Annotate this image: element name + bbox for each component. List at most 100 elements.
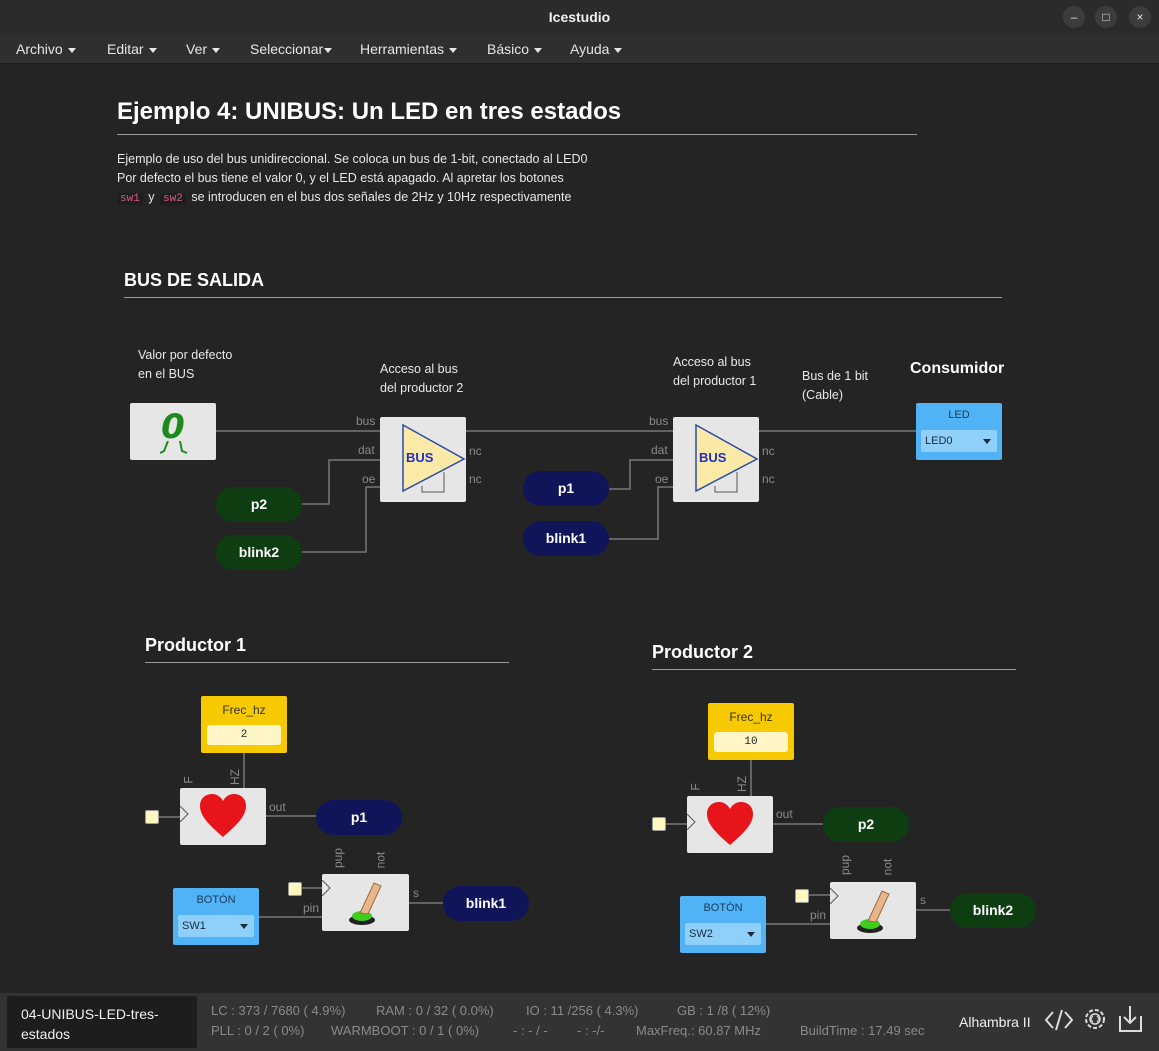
code-sw1: sw1 [117, 193, 143, 205]
label-blink1[interactable]: blink1 [523, 521, 609, 556]
caret-down-icon [534, 47, 543, 53]
description-line: Ejemplo de uso del bus unidireccional. S… [117, 152, 588, 166]
port-f: F [688, 783, 703, 791]
note-line: del productor 1 [673, 374, 757, 388]
stat-warmboot: WARMBOOT : 0 / 1 ( 0%) [331, 1023, 480, 1038]
pup-input[interactable] [288, 882, 302, 896]
led-pin-value: LED0 [925, 435, 953, 447]
button-pin-value: SW1 [182, 920, 206, 932]
close-icon: × [1136, 10, 1144, 24]
frec-constant-p2[interactable]: Frec_hz 10 [708, 703, 794, 760]
board-selector[interactable]: Alhambra II [959, 1014, 1031, 1030]
legs-icon [160, 441, 188, 454]
frec-constant-p1[interactable]: Frec_hz 2 [201, 696, 287, 753]
const-name: Frec_hz [222, 703, 266, 717]
label-p1-out[interactable]: p1 [316, 800, 402, 835]
port-not: not [373, 851, 388, 869]
const-value[interactable]: 2 [207, 725, 281, 745]
dropdown-arrow-icon [240, 924, 248, 929]
stat-io: IO : 11 /256 ( 4.3%) [526, 1003, 639, 1018]
close-button[interactable]: × [1129, 6, 1151, 28]
menu-ayuda[interactable]: Ayuda [570, 41, 623, 57]
design-canvas[interactable]: Ejemplo 4: UNIBUS: Un LED en tres estado… [0, 64, 1159, 993]
bus-block-label: BUS [699, 450, 727, 465]
wire [609, 486, 673, 540]
label-p2-out[interactable]: p2 [823, 807, 909, 842]
stat-pll: PLL : 0 / 2 ( 0%) [211, 1023, 305, 1038]
code-icon[interactable] [1045, 1008, 1073, 1032]
dropdown-arrow-icon [983, 439, 991, 444]
label-p2[interactable]: p2 [216, 487, 302, 522]
section-rule [124, 297, 1002, 298]
note-line: (Cable) [802, 388, 843, 402]
note-access-p1[interactable]: Acceso al bus del productor 1 [673, 353, 756, 391]
button-block-p2[interactable] [830, 882, 916, 939]
menu-archivo[interactable]: Archivo [16, 41, 76, 57]
window-titlebar: Icestudio – □ × [0, 0, 1159, 34]
button-name: BOTÓN [703, 902, 743, 914]
note-cable[interactable]: Bus de 1 bit (Cable) [802, 367, 868, 405]
caret-down-icon [67, 47, 76, 53]
port-out: out [269, 800, 286, 814]
heart-block-p2[interactable] [687, 796, 773, 853]
stat-lc: LC : 373 / 7680 ( 4.9%) [211, 1003, 346, 1018]
led-pin-select[interactable]: LED0 [921, 430, 997, 452]
stat-buildtime: BuildTime : 17.49 sec [800, 1023, 925, 1038]
dropdown-arrow-icon [747, 932, 755, 937]
clock-input[interactable] [652, 817, 666, 831]
menu-seleccionar[interactable]: Seleccionar [250, 41, 333, 57]
label-p1[interactable]: p1 [523, 471, 609, 506]
menu-basico[interactable]: Básico [487, 41, 543, 57]
button-pin-select[interactable]: SW1 [178, 915, 254, 937]
note-consumer[interactable]: Consumidor [910, 360, 1004, 378]
button-pin-select[interactable]: SW2 [685, 923, 761, 945]
caret-down-icon [212, 47, 221, 53]
menu-ver[interactable]: Ver [186, 41, 221, 57]
section-rule [145, 662, 509, 663]
port-pin: pin [810, 908, 827, 922]
menu-herramientas[interactable]: Herramientas [360, 41, 458, 57]
constant-zero-block[interactable]: 0 [130, 403, 216, 460]
note-line: Acceso al bus [380, 362, 458, 376]
description-line: sw1 y sw2 se introducen en el bus dos se… [117, 188, 817, 209]
led-output-block[interactable]: LED LED0 [916, 403, 1002, 460]
minimize-icon: – [1070, 10, 1078, 24]
port-f: F [181, 776, 196, 784]
clock-input[interactable] [145, 810, 159, 824]
bus-block-p1[interactable]: BUS [673, 417, 759, 502]
label-blink1-out[interactable]: blink1 [443, 886, 529, 921]
window-title: Icestudio [548, 9, 611, 25]
button-input-block-p2[interactable]: BOTÓN SW2 [680, 896, 766, 953]
button-block-p1[interactable] [322, 874, 409, 931]
page-title: Ejemplo 4: UNIBUS: Un LED en tres estado… [117, 98, 622, 125]
heart-block-p1[interactable] [180, 788, 266, 845]
note-access-p2[interactable]: Acceso al bus del productor 2 [380, 360, 463, 398]
upload-icon[interactable] [1118, 1004, 1144, 1034]
stat-x2: - : -/- [577, 1023, 605, 1038]
pup-input[interactable] [795, 889, 809, 903]
stat-maxfreq: MaxFreq.: 60.87 MHz [636, 1023, 761, 1038]
button-input-block-p1[interactable]: BOTÓN SW1 [173, 888, 259, 945]
wire [302, 486, 380, 553]
file-name: 04-UNIBUS-LED-tres-estados [21, 1006, 159, 1042]
description-rest: se introducen en el bus dos señales de 2… [191, 190, 572, 204]
code-sw2: sw2 [160, 193, 186, 205]
build-settings-icon[interactable] [1081, 1005, 1109, 1033]
label-blink2-out[interactable]: blink2 [950, 893, 1036, 928]
caret-down-icon [148, 47, 157, 53]
port-s: s [920, 893, 926, 907]
description-line: Por defecto el bus tiene el valor 0, y e… [117, 171, 564, 185]
const-value[interactable]: 10 [714, 732, 788, 752]
label-blink2[interactable]: blink2 [216, 535, 302, 570]
menu-editar[interactable]: Editar [107, 41, 157, 57]
heart-icon [707, 802, 753, 845]
stat-gb: GB : 1 /8 ( 12%) [677, 1003, 771, 1018]
minimize-button[interactable]: – [1063, 6, 1085, 28]
led-name: LED [948, 409, 970, 421]
port-s: s [413, 886, 419, 900]
menu-label: Herramientas [360, 41, 445, 57]
bus-block-p2[interactable]: BUS [380, 417, 466, 502]
maximize-button[interactable]: □ [1095, 6, 1117, 28]
and-word: y [148, 190, 155, 204]
note-default-value[interactable]: Valor por defecto en el BUS [138, 346, 232, 384]
